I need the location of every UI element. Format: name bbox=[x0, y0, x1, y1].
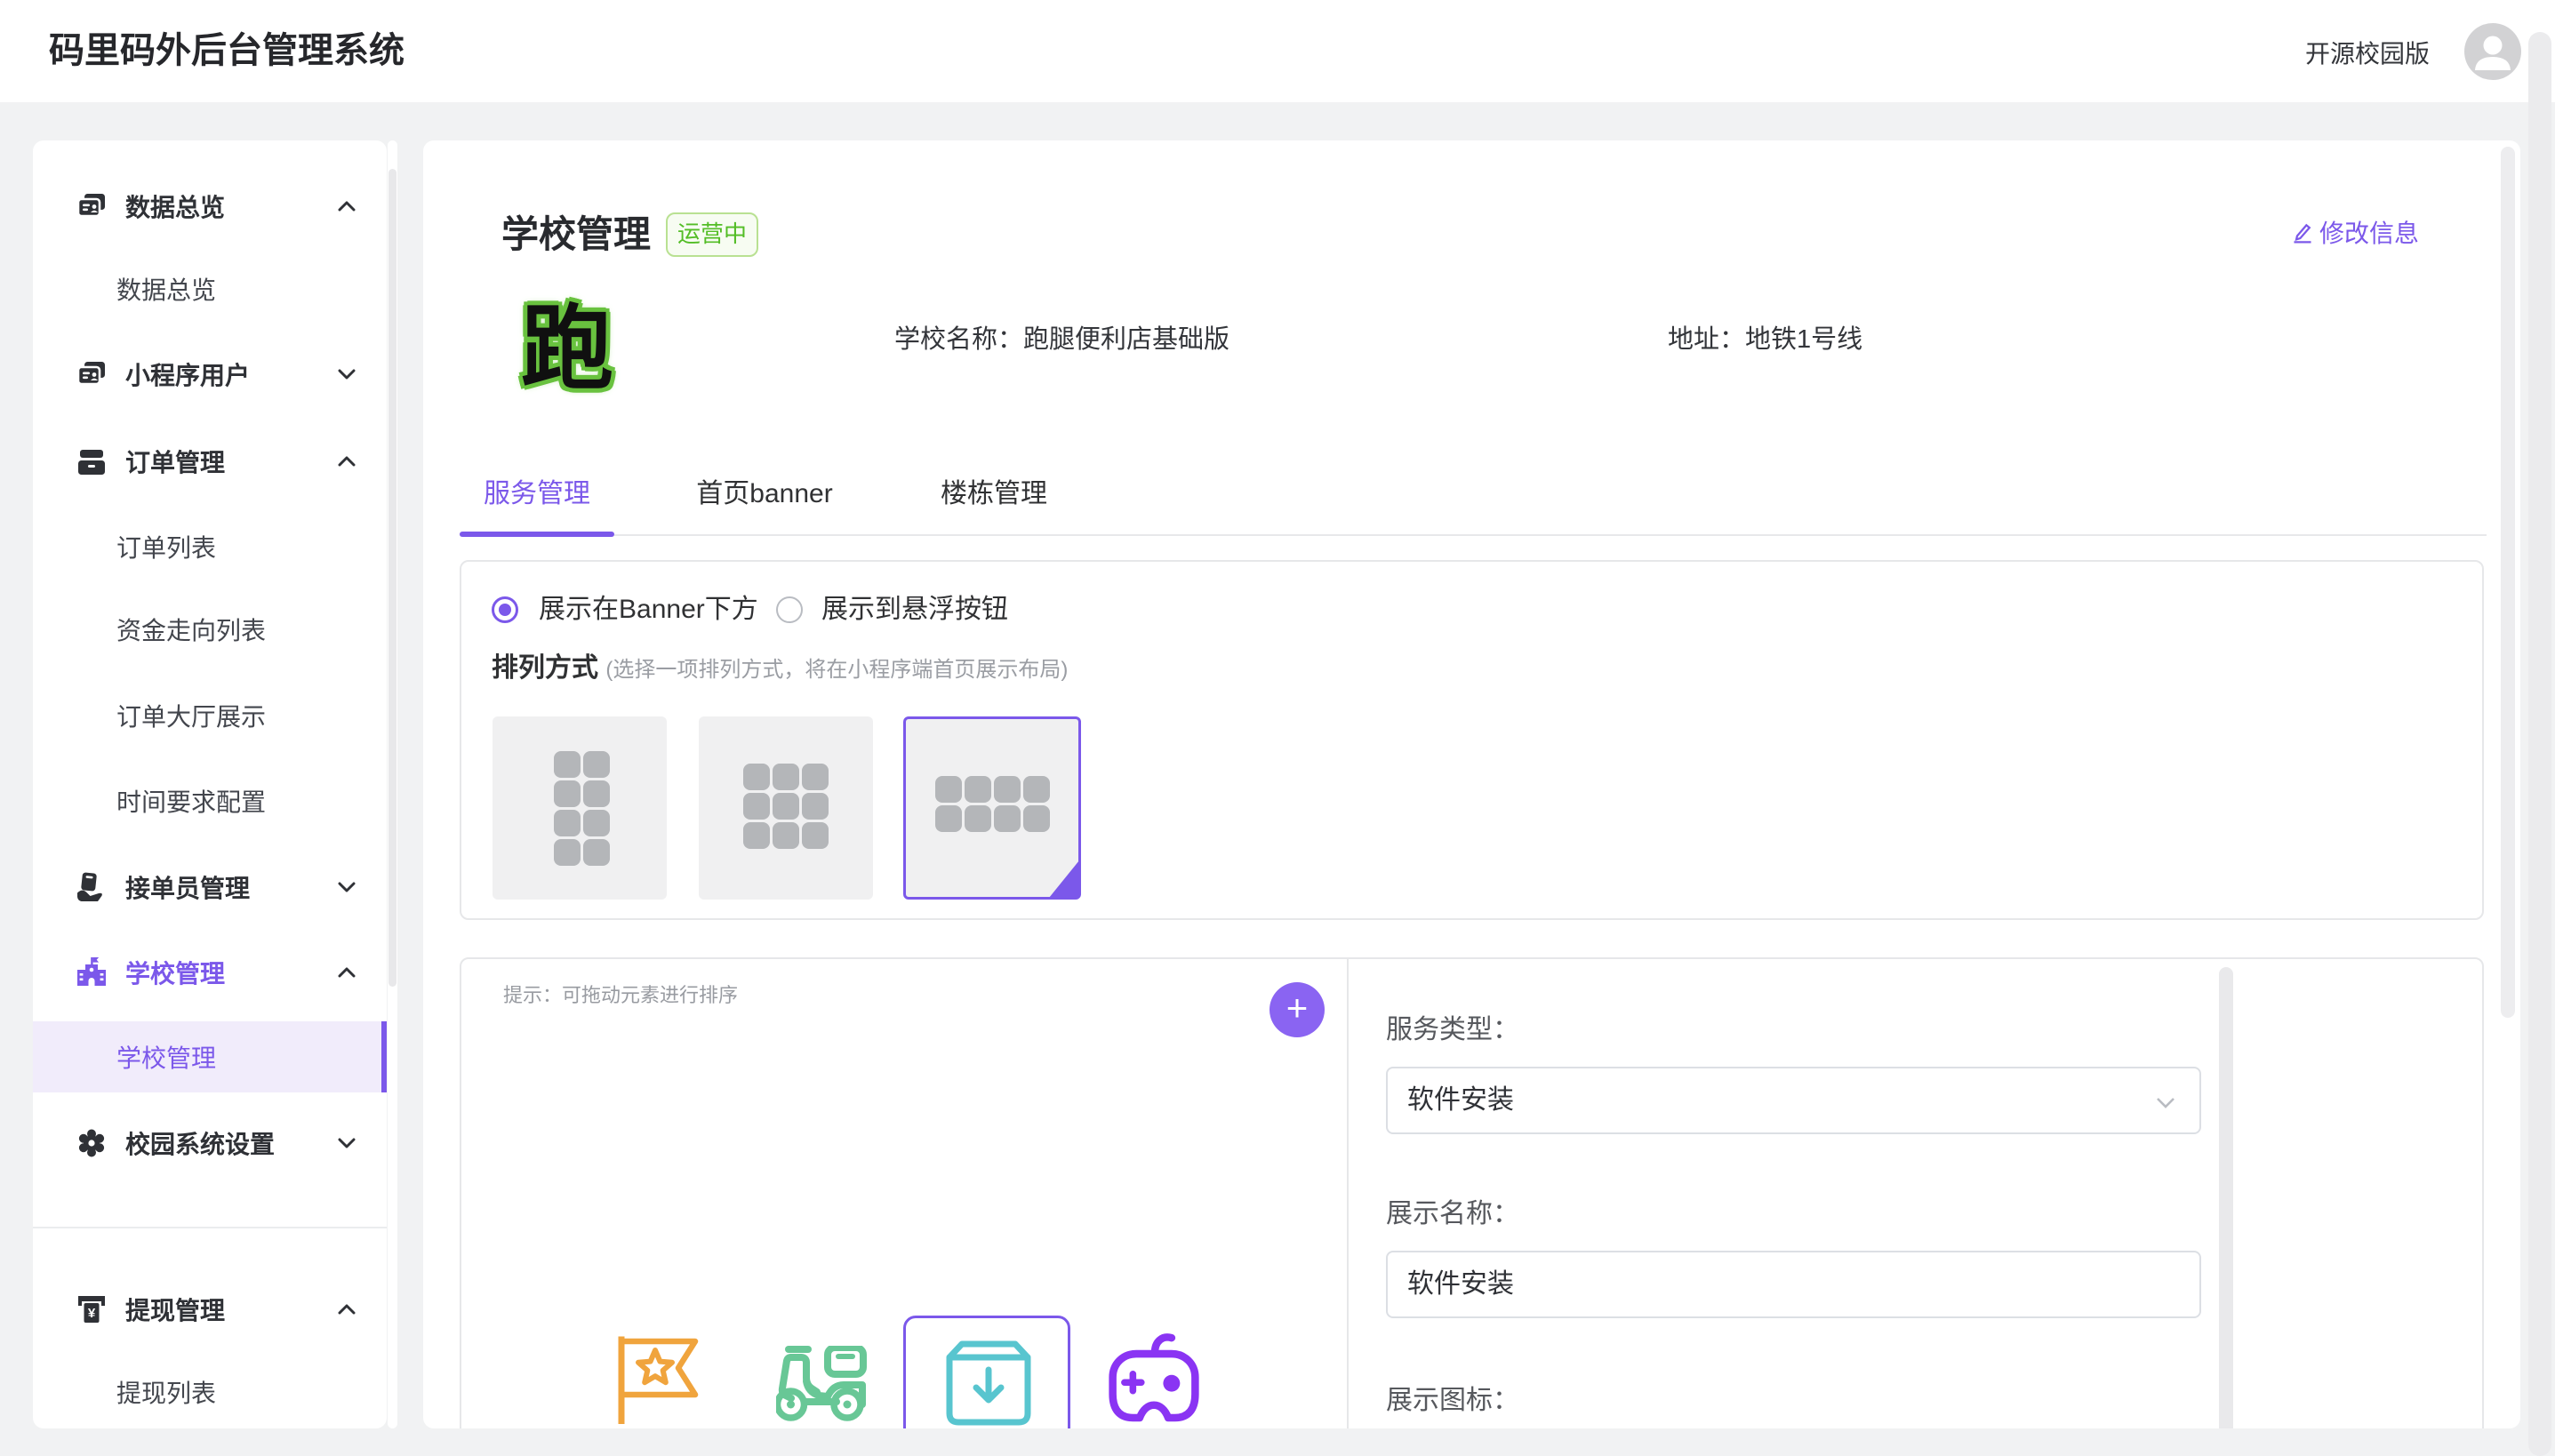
svg-text:¥: ¥ bbox=[88, 1306, 96, 1321]
